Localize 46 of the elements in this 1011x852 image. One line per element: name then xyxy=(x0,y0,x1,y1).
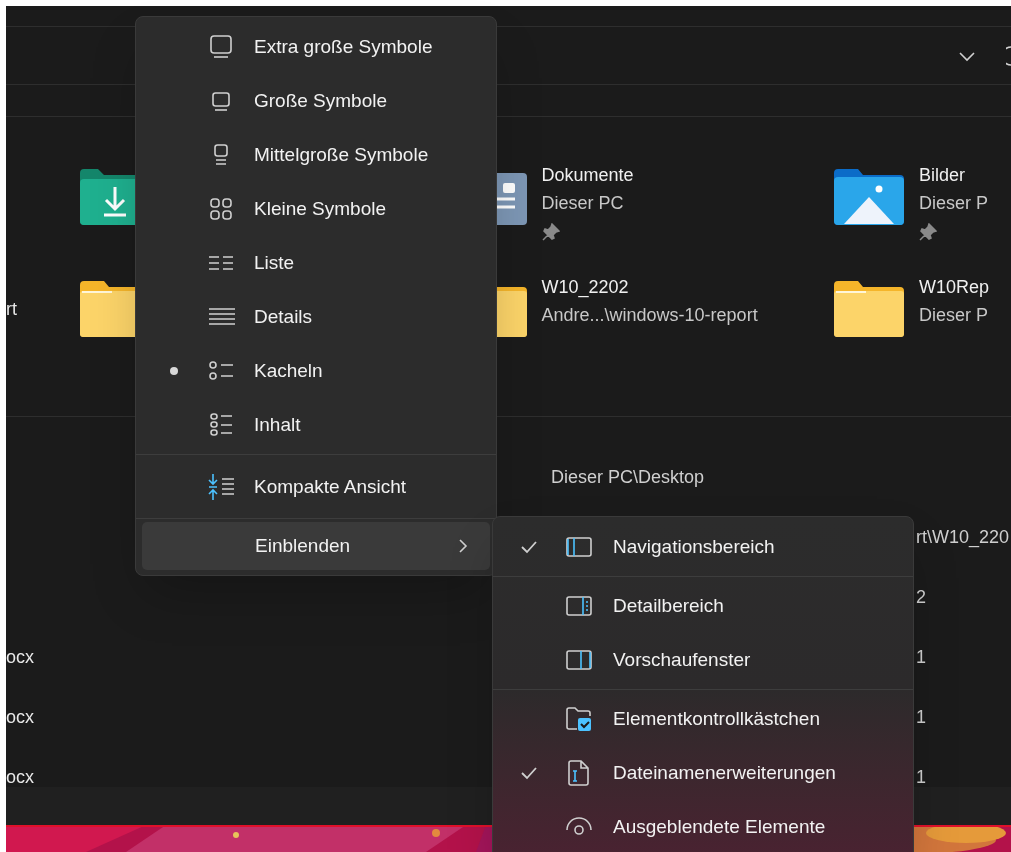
content-icon xyxy=(208,412,234,438)
menu-item[interactable]: Elementkontrollkästchen xyxy=(493,692,913,746)
folder-icon xyxy=(834,281,905,337)
file-location: Dieser PC\Desktop xyxy=(551,467,705,487)
grid-icon xyxy=(208,196,234,222)
sidebar-pane-icon xyxy=(565,534,593,560)
tile-name: W10Rep xyxy=(919,276,990,299)
menu-item[interactable]: Extra große Symbole xyxy=(136,20,496,74)
tile-name: rt xyxy=(6,299,17,319)
monitor-icon xyxy=(208,34,234,60)
tile-name: Bilder xyxy=(919,164,967,187)
menu-item[interactable]: Große Symbole xyxy=(136,74,496,128)
chevron-down-icon[interactable] xyxy=(958,49,976,62)
chevron-right-icon xyxy=(458,538,468,554)
tile-location: Dieser PC xyxy=(541,192,625,215)
menu-item[interactable]: Dateinamenerweiterungen xyxy=(493,746,913,800)
details-pane-icon xyxy=(565,593,593,619)
menu-item[interactable]: Mittelgroße Symbole xyxy=(136,128,496,182)
compact-icon xyxy=(208,473,236,501)
tile-location: Dieser P xyxy=(919,192,989,215)
file-name: ocx xyxy=(6,767,34,787)
tile-name: W10_2202 xyxy=(541,276,630,300)
file-location: 1 xyxy=(916,647,926,667)
tile-name: Dokumente xyxy=(541,164,634,187)
pictures-folder-icon xyxy=(834,169,905,225)
menu-item[interactable]: Vorschaufenster xyxy=(493,633,913,687)
file-location: rt\W10_220 xyxy=(916,527,1010,547)
menu-item[interactable]: Kacheln xyxy=(136,344,496,398)
menu-item[interactable]: Kleine Symbole xyxy=(136,182,496,236)
menu-item[interactable]: Liste xyxy=(136,236,496,290)
file-location: 1 xyxy=(916,707,926,727)
menu-item[interactable]: Navigationsbereich xyxy=(493,520,913,574)
file-name: ocx xyxy=(6,707,34,727)
folder-checkbox-icon xyxy=(565,705,593,733)
menu-item[interactable]: Kompakte Ansicht xyxy=(136,458,496,516)
file-location: 2 xyxy=(916,587,926,607)
tile-location: Andre...\windows-10-report xyxy=(541,304,758,327)
menu-item[interactable]: Inhalt xyxy=(136,398,496,452)
file-name: ocx xyxy=(6,647,34,667)
tile-location: Dieser P xyxy=(919,304,990,327)
menu-item[interactable]: Detailbereich xyxy=(493,579,913,633)
file-location: 1 xyxy=(916,767,926,787)
menu-item[interactable]: Ausgeblendete Elemente xyxy=(493,800,913,852)
menu-item[interactable]: Einblenden xyxy=(142,522,490,570)
preview-pane-icon xyxy=(565,647,593,673)
menu-item[interactable]: Details xyxy=(136,290,496,344)
